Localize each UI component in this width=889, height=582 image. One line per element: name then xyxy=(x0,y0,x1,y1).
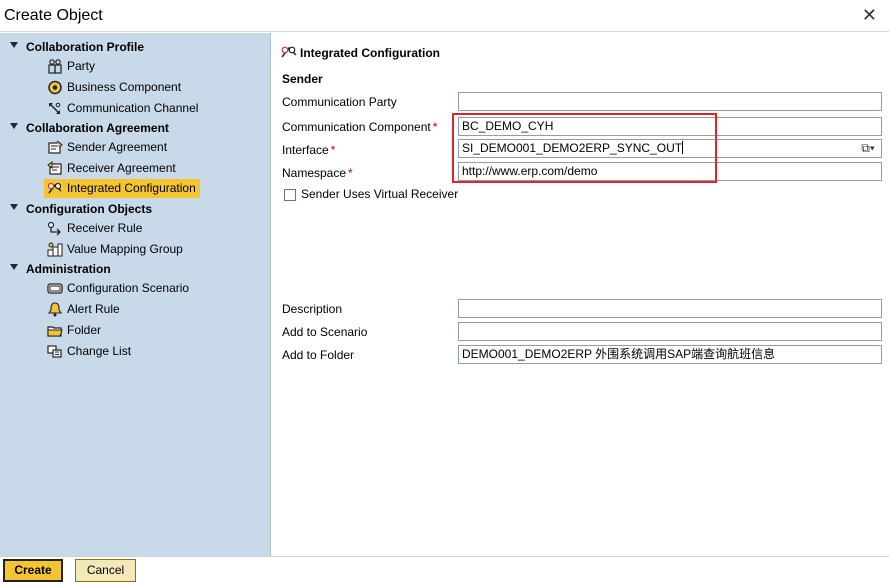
virtual-receiver-label: Sender Uses Virtual Receiver xyxy=(301,187,459,201)
tree-item-label: Business Component xyxy=(67,80,182,94)
required-marker: * xyxy=(330,143,336,157)
tree-item-label: Configuration Scenario xyxy=(67,281,190,295)
create-object-form: Integrated Configuration Sender Communic… xyxy=(272,33,889,556)
tree-group-label: Collaboration Profile xyxy=(26,40,145,54)
communication-channel-icon xyxy=(47,101,63,116)
expand-arrow-icon[interactable] xyxy=(10,204,18,210)
tree-item-label: Receiver Rule xyxy=(67,221,143,235)
tree-item-receiver-rule[interactable]: Receiver Rule xyxy=(44,219,146,238)
description-label: Description xyxy=(282,302,343,316)
tree-item-label: Alert Rule xyxy=(67,302,120,316)
add-to-folder-input[interactable]: DEMO001_DEMO2ERP 外围系统调用SAP端查询航班信息 xyxy=(458,345,882,364)
description-input[interactable] xyxy=(458,299,882,318)
tree-item-business-component[interactable]: Business Component xyxy=(44,78,185,97)
communication-party-input[interactable] xyxy=(458,92,882,111)
create-button[interactable]: Create xyxy=(3,559,63,582)
folder-icon xyxy=(47,323,63,338)
required-marker: * xyxy=(348,166,353,180)
expand-arrow-icon[interactable] xyxy=(10,42,18,48)
tree-item-label: Change List xyxy=(67,344,132,358)
required-marker: * xyxy=(432,120,438,134)
tree-item-folder[interactable]: Folder xyxy=(44,321,105,340)
tree-item-integrated-configuration[interactable]: Integrated Configuration xyxy=(44,179,200,198)
tree-item-label: Communication Channel xyxy=(67,101,199,115)
communication-component-label: Communication Component * xyxy=(282,120,438,134)
expand-arrow-icon[interactable] xyxy=(10,264,18,270)
sender-agreement-icon xyxy=(47,140,63,155)
window-titlebar: Create Object ✕ xyxy=(0,0,889,32)
tree-group-collaboration-agreement[interactable]: Collaboration Agreement xyxy=(0,119,271,137)
tree-item-label: Integrated Configuration xyxy=(67,181,196,195)
tree-group-label: Configuration Objects xyxy=(26,202,152,216)
dialog-footer: Create Cancel xyxy=(0,556,889,582)
namespace-input[interactable]: http://www.erp.com/demo xyxy=(458,162,882,181)
tree-item-label: Receiver Agreement xyxy=(67,161,176,175)
communication-party-label: Communication Party xyxy=(282,95,397,109)
tree-item-communication-channel[interactable]: Communication Channel xyxy=(44,99,202,118)
tree-item-sender-agreement[interactable]: Sender Agreement xyxy=(44,138,171,157)
receiver-rule-icon xyxy=(47,221,63,236)
interface-input-value: SI_DEMO001_DEMO2ERP_SYNC_OUT xyxy=(462,141,683,155)
expand-arrow-icon[interactable] xyxy=(10,123,18,129)
receiver-agreement-icon xyxy=(47,161,63,176)
sender-heading: Sender xyxy=(282,72,323,86)
tree-group-administration[interactable]: Administration xyxy=(0,260,271,278)
tree-item-party[interactable]: Party xyxy=(44,57,99,76)
tree-item-label: Folder xyxy=(67,323,102,337)
add-to-scenario-label: Add to Scenario xyxy=(282,325,368,339)
communication-component-input[interactable]: BC_DEMO_CYH xyxy=(458,117,882,136)
party-icon xyxy=(47,59,63,74)
section-title: Integrated Configuration xyxy=(280,45,440,60)
add-to-scenario-input[interactable] xyxy=(458,322,882,341)
value-mapping-group-icon xyxy=(47,242,63,257)
change-list-icon xyxy=(47,344,63,359)
tree-item-receiver-agreement[interactable]: Receiver Agreement xyxy=(44,159,180,178)
cancel-button[interactable]: Cancel xyxy=(75,559,136,582)
namespace-label: Namespace * xyxy=(282,166,353,180)
value-help-icon[interactable]: ⧉▾ xyxy=(857,141,879,156)
tree-group-collaboration-profile[interactable]: Collaboration Profile xyxy=(0,38,271,56)
integrated-configuration-icon xyxy=(47,181,63,196)
business-component-icon xyxy=(47,80,63,95)
section-title-text: Integrated Configuration xyxy=(300,46,440,60)
tree-group-label: Collaboration Agreement xyxy=(26,121,169,135)
object-type-tree: Collaboration Profile Party Business Com… xyxy=(0,33,271,556)
tree-item-change-list[interactable]: Change List xyxy=(44,342,135,361)
alert-rule-icon xyxy=(47,302,63,317)
close-icon[interactable]: ✕ xyxy=(862,5,877,25)
configuration-scenario-icon xyxy=(47,281,63,296)
virtual-receiver-checkbox[interactable] xyxy=(284,189,296,201)
tree-item-alert-rule[interactable]: Alert Rule xyxy=(44,300,124,319)
tree-item-label: Sender Agreement xyxy=(67,140,168,154)
integrated-configuration-icon xyxy=(280,45,298,59)
tree-group-configuration-objects[interactable]: Configuration Objects xyxy=(0,200,271,218)
window-title: Create Object xyxy=(4,7,103,24)
interface-input[interactable]: SI_DEMO001_DEMO2ERP_SYNC_OUT ⧉▾ xyxy=(458,139,882,158)
interface-label: Interface * xyxy=(282,143,336,157)
tree-item-configuration-scenario[interactable]: Configuration Scenario xyxy=(44,279,193,298)
add-to-folder-label: Add to Folder xyxy=(282,348,355,362)
tree-item-value-mapping-group[interactable]: Value Mapping Group xyxy=(44,240,187,259)
tree-item-label: Value Mapping Group xyxy=(67,242,183,256)
tree-item-label: Party xyxy=(67,59,96,73)
tree-group-label: Administration xyxy=(26,262,111,276)
